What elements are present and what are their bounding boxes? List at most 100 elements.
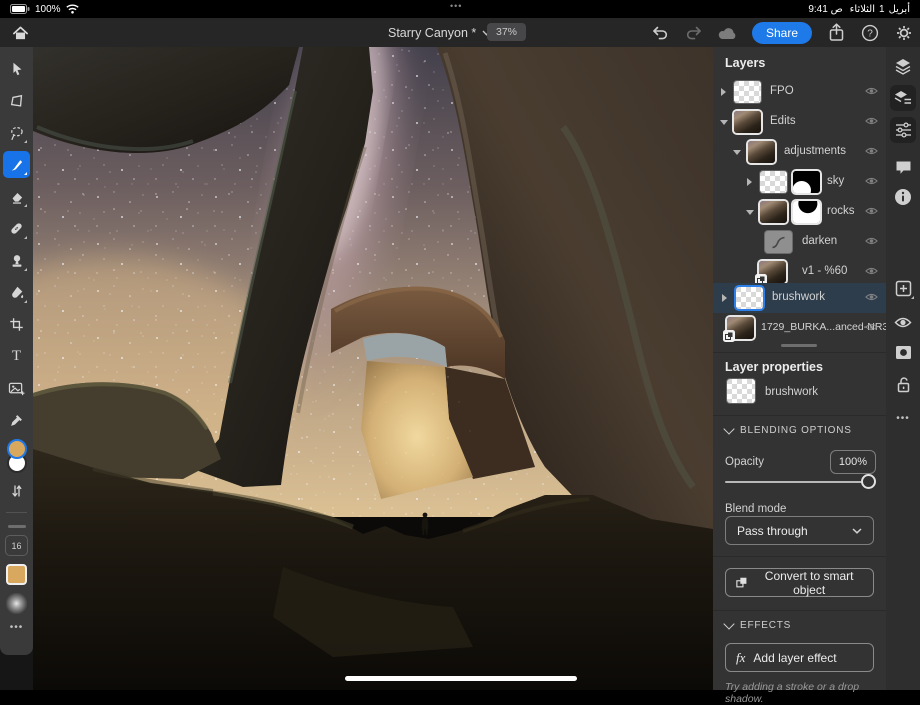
layer-thumbnail [755,261,786,286]
layer-thumbnail [734,81,761,103]
home-indicator-bar[interactable] [345,676,577,681]
add-layer-button[interactable] [890,275,916,301]
effects-header[interactable]: EFFECTS [723,617,791,631]
type-tool[interactable]: T [3,343,30,370]
redo-button[interactable] [684,23,704,43]
clone-stamp-tool[interactable] [3,247,30,274]
fill-tool[interactable] [3,279,30,306]
properties-layer-thumbnail [727,379,755,403]
visibility-eye-icon[interactable] [865,176,878,186]
layers-panel-icon[interactable] [890,53,916,79]
status-bar: 100% ••• 9:41 ص الثلاثاء 1 أبريل [0,0,920,18]
document-title-menu[interactable]: Starry Canyon * [388,18,491,47]
expand-triangle-icon[interactable] [721,88,726,96]
layer-name: adjustments [784,145,847,157]
visibility-eye-icon[interactable] [865,116,878,126]
expand-triangle-icon[interactable] [722,294,727,302]
convert-smart-object-button[interactable]: Convert to smart object [725,568,874,597]
status-date-day: 1 [879,3,885,15]
wifi-icon [65,4,79,14]
blend-mode-dropdown[interactable]: Pass through [725,516,874,545]
add-mask-button[interactable] [890,339,916,365]
collapse-triangle-icon[interactable] [720,120,728,125]
visibility-eye-icon[interactable] [865,206,878,216]
slider-handle[interactable] [861,474,876,489]
visibility-eye-icon[interactable] [865,236,878,246]
eyedropper-tool[interactable] [3,407,30,434]
document-canvas[interactable] [33,47,713,690]
tool-options-handle[interactable] [7,525,26,528]
cloud-sync-icon[interactable] [718,23,738,43]
zoom-level-badge[interactable]: 37% [487,23,527,41]
brush-size-field[interactable]: 16 [5,535,28,556]
layer-row-sky[interactable]: sky [713,167,886,197]
layer-properties-panel-icon[interactable] [890,85,916,111]
layer-row-adjustments[interactable]: adjustments [713,137,886,167]
foreground-color-swatch[interactable] [6,439,27,459]
add-layer-effect-button[interactable]: fx Add layer effect [725,643,874,672]
document-title: Starry Canyon * [388,25,477,40]
visibility-eye-icon[interactable] [865,146,878,156]
collapse-triangle-icon[interactable] [746,210,754,215]
layer-row-darken[interactable]: darken [713,227,886,257]
battery-percent: 100% [35,3,61,15]
layer-name: v1 - %60 [802,265,848,277]
opacity-label: Opacity [725,456,764,468]
visibility-eye-icon[interactable] [865,322,878,332]
layer-name: FPO [770,85,794,97]
layer-properties-title: Layer properties [725,360,823,374]
layer-thumbnail [734,111,761,133]
place-image-tool[interactable] [3,375,30,402]
transform-tool[interactable] [3,87,30,114]
export-icon[interactable] [826,23,846,43]
smart-object-icon [736,577,747,588]
lock-layer-button[interactable] [890,371,916,397]
collapse-triangle-icon[interactable] [733,150,741,155]
visibility-eye-icon[interactable] [865,292,878,302]
settings-gear-icon[interactable] [894,23,914,43]
brush-tool[interactable] [3,151,30,178]
right-icon-strip: ••• [886,47,920,690]
layer-name: darken [802,235,838,247]
eraser-tool[interactable] [3,183,30,210]
chevron-down-icon [852,527,862,534]
expand-triangle-icon[interactable] [747,178,752,186]
undo-button[interactable] [650,23,670,43]
lasso-select-tool[interactable] [3,119,30,146]
svg-text:?: ? [867,28,873,39]
visibility-eye-icon[interactable] [865,86,878,96]
move-tool[interactable] [3,55,30,82]
opacity-value-field[interactable]: 100% [830,450,876,474]
layers-panel: Layers FPO Edits adjustments sky rocks d… [713,47,894,705]
tool-options-more-button[interactable]: ••• [10,622,24,633]
layer-thumbnail [723,317,754,342]
layer-row-brushwork-selected[interactable]: brushwork [713,283,886,313]
adjustment-curve-thumbnail [765,231,792,253]
brush-hardness-preview[interactable] [6,593,27,614]
visibility-toggle-button[interactable] [890,309,916,335]
chevron-down-icon [723,422,735,435]
properties-layer-name: brushwork [765,386,819,398]
info-panel-icon[interactable] [890,184,916,210]
swap-colors-button[interactable] [3,477,30,504]
panel-resize-handle[interactable] [781,344,817,347]
layer-name: Edits [770,115,796,127]
layer-row-edits[interactable]: Edits [713,107,886,137]
layer-row-background-image[interactable]: 1729_BURKA...anced-NR33 [713,313,894,343]
brush-color-swatch[interactable] [6,564,27,585]
home-button[interactable] [10,23,30,43]
layer-more-options-button[interactable]: ••• [890,405,916,431]
healing-brush-tool[interactable] [3,215,30,242]
layer-row-fpo[interactable]: FPO [713,77,886,107]
visibility-eye-icon[interactable] [865,266,878,276]
help-icon[interactable]: ? [860,23,880,43]
layer-name: rocks [827,205,855,217]
crop-tool[interactable] [3,311,30,338]
adjustments-panel-icon[interactable] [890,117,916,143]
chevron-down-icon [723,617,735,630]
opacity-slider[interactable] [725,474,876,490]
layer-row-rocks[interactable]: rocks [713,197,886,227]
blending-options-header[interactable]: BLENDING OPTIONS [723,422,852,436]
comments-panel-icon[interactable] [890,154,916,180]
share-button[interactable]: Share [751,21,812,44]
